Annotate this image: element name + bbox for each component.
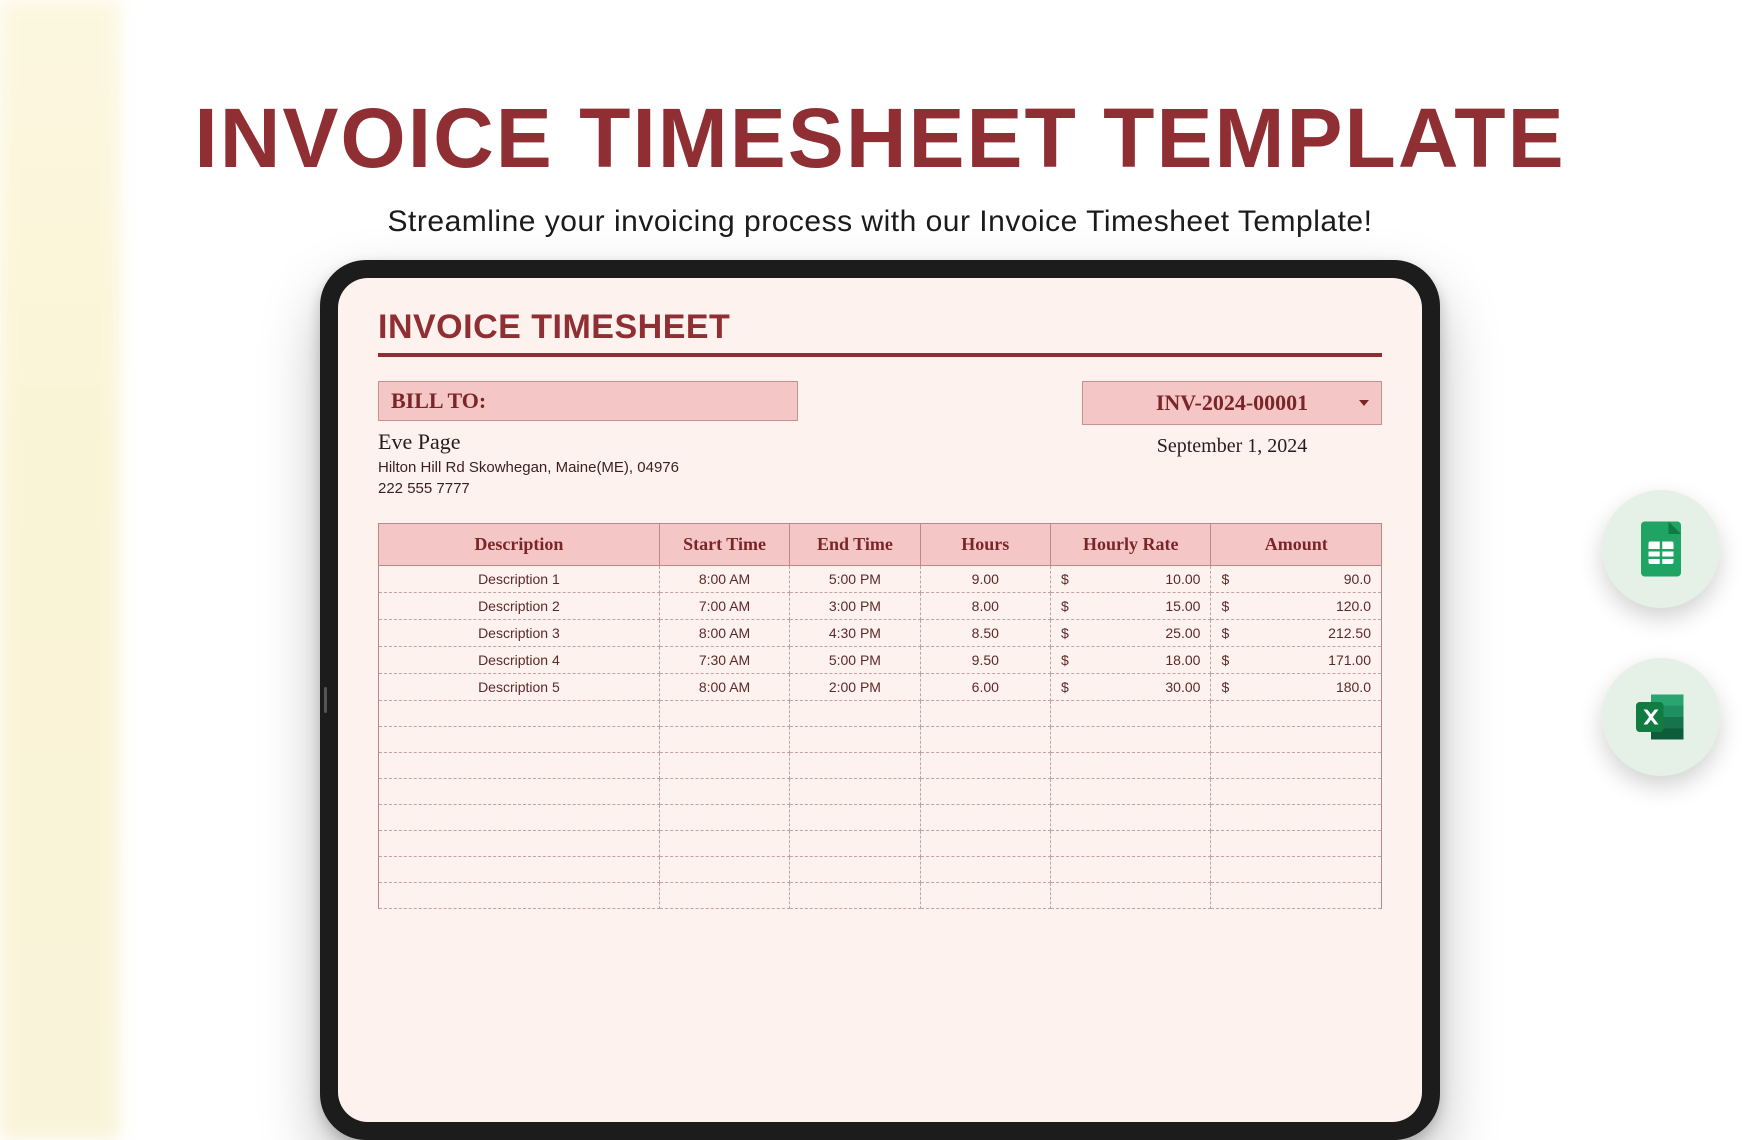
col-hourly-rate: Hourly Rate — [1050, 524, 1210, 566]
timesheet-table: Description Start Time End Time Hours Ho… — [378, 523, 1382, 909]
table-row-empty[interactable] — [379, 831, 1382, 857]
table-row[interactable]: Description 58:00 AM2:00 PM6.00$30.00$18… — [379, 674, 1382, 701]
cell-description[interactable]: Description 1 — [379, 566, 660, 593]
sheet-title: INVOICE TIMESHEET — [378, 308, 1382, 357]
cell-amount[interactable]: $90.0 — [1211, 566, 1382, 593]
table-row[interactable]: Description 18:00 AM5:00 PM9.00$10.00$90… — [379, 566, 1382, 593]
google-sheets-icon — [1631, 519, 1691, 579]
col-description: Description — [379, 524, 660, 566]
hero-title: INVOICE TIMESHEET TEMPLATE — [0, 90, 1760, 187]
cell-hours[interactable]: 6.00 — [920, 674, 1050, 701]
cell-hours[interactable]: 9.50 — [920, 647, 1050, 674]
table-row-empty[interactable] — [379, 883, 1382, 909]
cell-start-time[interactable]: 8:00 AM — [659, 620, 789, 647]
bill-to-block: BILL TO: Eve Page Hilton Hill Rd Skowheg… — [378, 381, 798, 497]
cell-start-time[interactable]: 8:00 AM — [659, 674, 789, 701]
cell-start-time[interactable]: 7:30 AM — [659, 647, 789, 674]
format-badges — [1602, 490, 1720, 776]
cell-amount[interactable]: $120.0 — [1211, 593, 1382, 620]
excel-icon — [1631, 687, 1691, 747]
cell-hourly-rate[interactable]: $25.00 — [1050, 620, 1210, 647]
col-start-time: Start Time — [659, 524, 789, 566]
cell-end-time[interactable]: 5:00 PM — [790, 647, 920, 674]
cell-hourly-rate[interactable]: $30.00 — [1050, 674, 1210, 701]
col-hours: Hours — [920, 524, 1050, 566]
google-sheets-badge[interactable] — [1602, 490, 1720, 608]
tablet-screen: INVOICE TIMESHEET BILL TO: Eve Page Hilt… — [338, 278, 1422, 1122]
table-row[interactable]: Description 27:00 AM3:00 PM8.00$15.00$12… — [379, 593, 1382, 620]
invoice-date: September 1, 2024 — [1082, 435, 1382, 458]
cell-hourly-rate[interactable]: $10.00 — [1050, 566, 1210, 593]
chevron-down-icon — [1359, 400, 1369, 406]
invoice-sheet: INVOICE TIMESHEET BILL TO: Eve Page Hilt… — [338, 278, 1422, 909]
cell-end-time[interactable]: 2:00 PM — [790, 674, 920, 701]
cell-end-time[interactable]: 5:00 PM — [790, 566, 920, 593]
invoice-number-select[interactable]: INV-2024-00001 — [1082, 381, 1382, 425]
cell-description[interactable]: Description 4 — [379, 647, 660, 674]
table-row-empty[interactable] — [379, 701, 1382, 727]
cell-hours[interactable]: 8.00 — [920, 593, 1050, 620]
col-amount: Amount — [1211, 524, 1382, 566]
table-row-empty[interactable] — [379, 753, 1382, 779]
cell-description[interactable]: Description 2 — [379, 593, 660, 620]
table-row-empty[interactable] — [379, 779, 1382, 805]
cell-hourly-rate[interactable]: $15.00 — [1050, 593, 1210, 620]
cell-hours[interactable]: 8.50 — [920, 620, 1050, 647]
table-row[interactable]: Description 47:30 AM5:00 PM9.50$18.00$17… — [379, 647, 1382, 674]
table-row-empty[interactable] — [379, 727, 1382, 753]
table-row-empty[interactable] — [379, 805, 1382, 831]
cell-description[interactable]: Description 5 — [379, 674, 660, 701]
invoice-meta-block: INV-2024-00001 September 1, 2024 — [1082, 381, 1382, 458]
cell-end-time[interactable]: 3:00 PM — [790, 593, 920, 620]
bill-to-name: Eve Page — [378, 429, 798, 455]
bill-to-label: BILL TO: — [378, 381, 798, 421]
cell-hourly-rate[interactable]: $18.00 — [1050, 647, 1210, 674]
cell-start-time[interactable]: 8:00 AM — [659, 566, 789, 593]
table-row[interactable]: Description 38:00 AM4:30 PM8.50$25.00$21… — [379, 620, 1382, 647]
col-end-time: End Time — [790, 524, 920, 566]
excel-badge[interactable] — [1602, 658, 1720, 776]
meta-row: BILL TO: Eve Page Hilton Hill Rd Skowheg… — [378, 381, 1382, 497]
bill-to-address: Hilton Hill Rd Skowhegan, Maine(ME), 049… — [378, 459, 798, 476]
cell-amount[interactable]: $212.50 — [1211, 620, 1382, 647]
cell-hours[interactable]: 9.00 — [920, 566, 1050, 593]
table-header-row: Description Start Time End Time Hours Ho… — [379, 524, 1382, 566]
cell-amount[interactable]: $171.00 — [1211, 647, 1382, 674]
cell-description[interactable]: Description 3 — [379, 620, 660, 647]
tablet-frame: INVOICE TIMESHEET BILL TO: Eve Page Hilt… — [320, 260, 1440, 1140]
cell-end-time[interactable]: 4:30 PM — [790, 620, 920, 647]
background-gradient — [0, 0, 120, 1140]
cell-start-time[interactable]: 7:00 AM — [659, 593, 789, 620]
invoice-number: INV-2024-00001 — [1156, 390, 1308, 416]
bill-to-phone: 222 555 7777 — [378, 480, 798, 497]
cell-amount[interactable]: $180.0 — [1211, 674, 1382, 701]
hero-subtitle: Streamline your invoicing process with o… — [0, 205, 1760, 239]
table-row-empty[interactable] — [379, 857, 1382, 883]
hero-section: INVOICE TIMESHEET TEMPLATE Streamline yo… — [0, 0, 1760, 239]
